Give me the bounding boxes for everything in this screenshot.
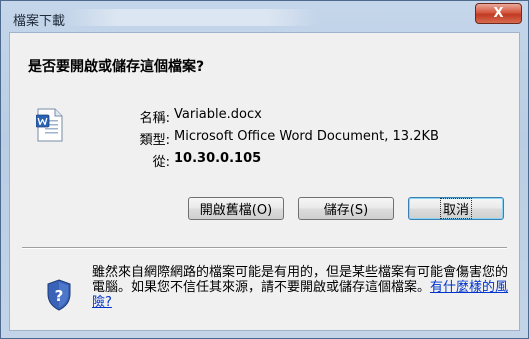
dialog-body: 是否要開啟或儲存這個檔案? 名稱: Variable.docx 類型: Micr… [9, 32, 520, 331]
svg-text:?: ? [55, 287, 64, 305]
file-name-row: 名稱: Variable.docx [10, 107, 510, 126]
cancel-button[interactable]: 取消 [408, 197, 504, 220]
file-type-row: 類型: Microsoft Office Word Document, 13.2… [10, 129, 510, 148]
open-button-label: 開啟舊檔(O) [199, 203, 273, 218]
security-shield-question-icon: ? [47, 279, 71, 311]
file-name-label: 名稱: [139, 111, 170, 126]
save-button[interactable]: 儲存(S) [298, 197, 394, 220]
file-source-label: 從: [152, 155, 170, 170]
open-button[interactable]: 開啟舊檔(O) [188, 197, 284, 220]
file-download-dialog: 檔案下載 X 是否要開啟或儲存這個檔案? 名稱: Variable.docx 類… [0, 0, 529, 339]
file-source-value: 10.30.0.105 [174, 151, 262, 166]
save-button-label: 儲存(S) [323, 203, 369, 218]
separator [22, 247, 507, 249]
title-bar-glass [67, 9, 317, 26]
close-icon: X [493, 6, 504, 21]
file-type-value: Microsoft Office Word Document, 13.2KB [174, 129, 439, 144]
title-bar[interactable]: 檔案下載 X [1, 1, 528, 33]
security-warning: 雖然來自網際網路的檔案可能是有用的，但是某些檔案有可能會傷害您的電腦。如果您不信… [92, 265, 512, 310]
file-type-label: 類型: [139, 133, 170, 148]
close-button[interactable]: X [475, 3, 522, 24]
file-source-row: 從: 10.30.0.105 [10, 151, 510, 170]
dialog-question: 是否要開啟或儲存這個檔案? [28, 59, 205, 75]
window-title: 檔案下載 [13, 14, 66, 29]
file-name-value: Variable.docx [174, 107, 262, 122]
cancel-button-label: 取消 [439, 198, 472, 219]
